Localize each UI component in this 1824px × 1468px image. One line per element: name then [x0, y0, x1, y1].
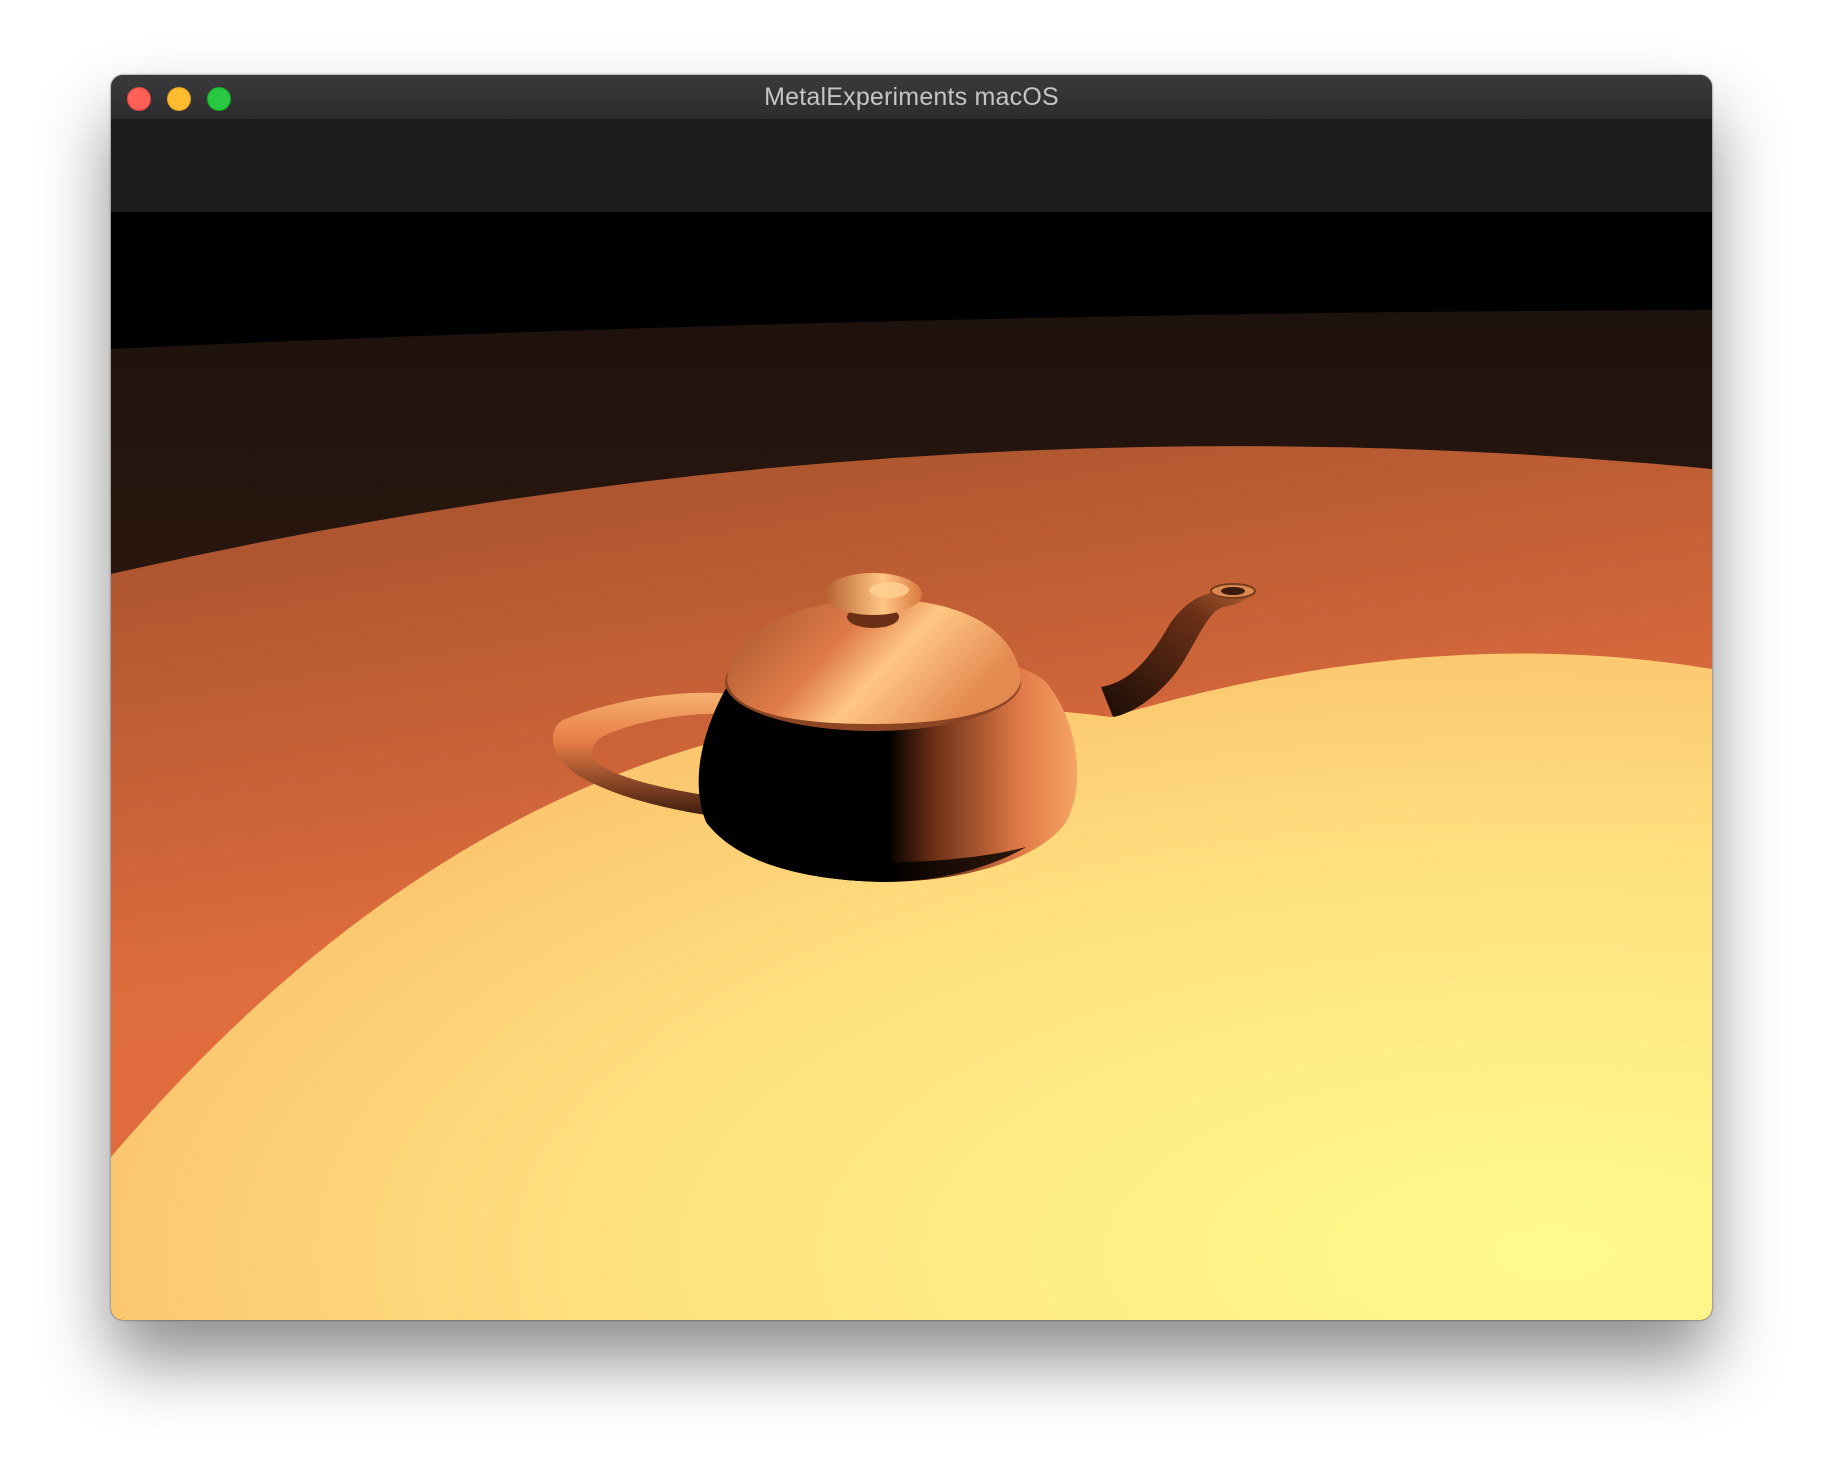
metal-render-view[interactable] [111, 212, 1712, 1320]
app-window: MetalExperiments macOS [111, 75, 1712, 1320]
toolbar-area [111, 119, 1712, 212]
rendered-scene [111, 212, 1712, 1320]
window-title: MetalExperiments macOS [764, 83, 1059, 111]
title-bar[interactable]: MetalExperiments macOS [111, 75, 1712, 120]
